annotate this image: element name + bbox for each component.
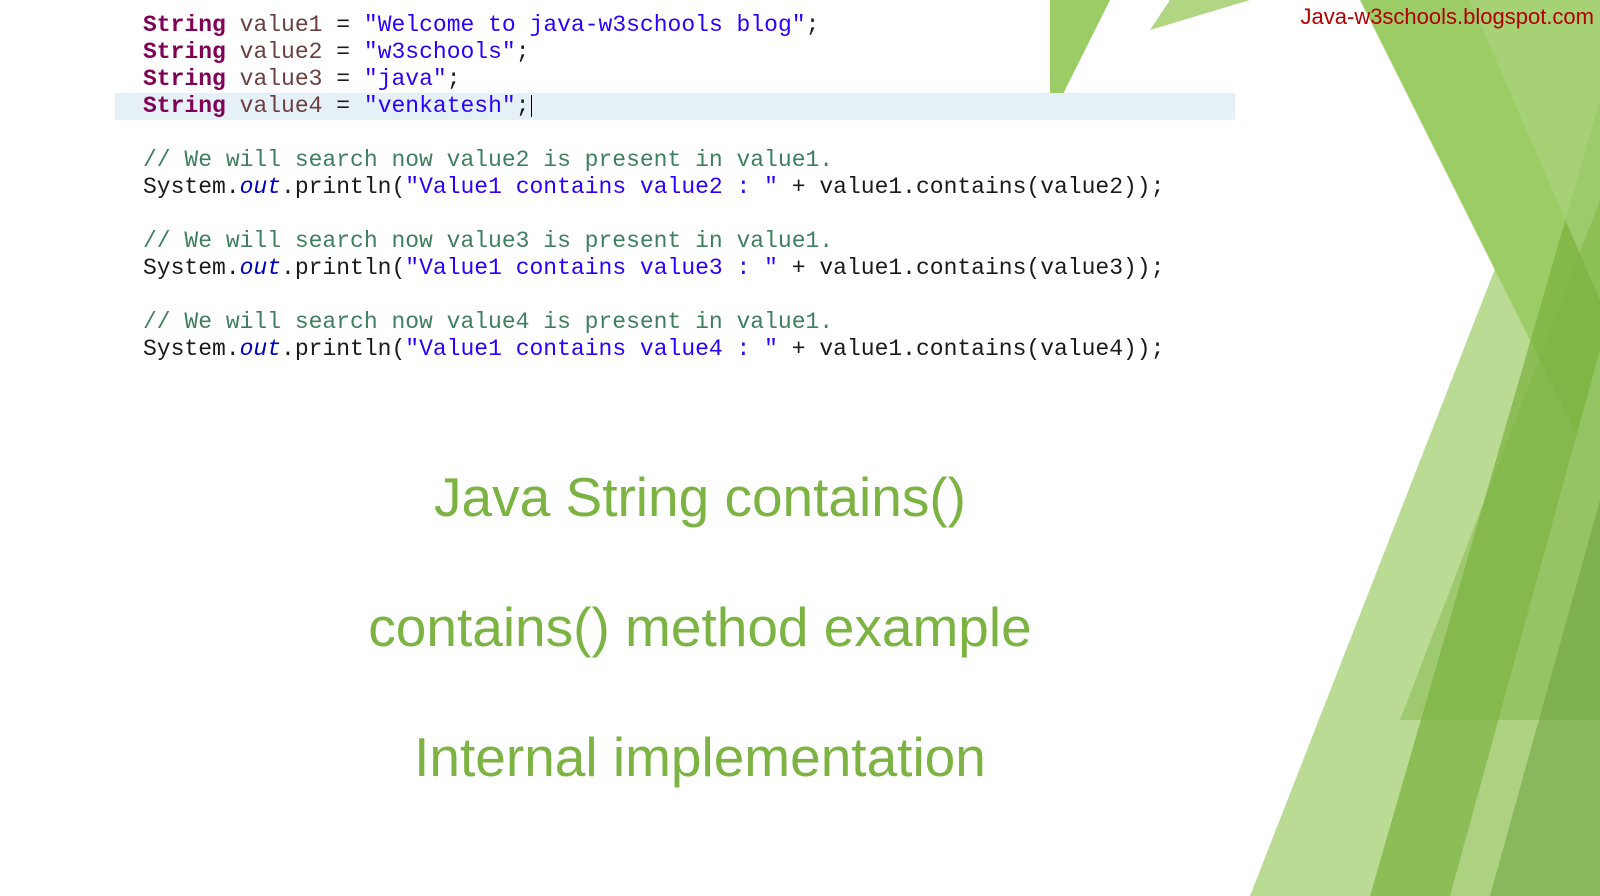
code-print-2: System.out.println("Value1 contains valu… bbox=[115, 174, 1235, 201]
code-line-2: String value2 = "w3schools"; bbox=[115, 39, 1235, 66]
code-blank-1 bbox=[115, 120, 1235, 147]
code-line-3: String value3 = "java"; bbox=[115, 66, 1235, 93]
text-cursor bbox=[531, 95, 532, 117]
code-comment-3: // We will search now value3 is present … bbox=[115, 228, 1235, 255]
code-print-3: System.out.println("Value1 contains valu… bbox=[115, 255, 1235, 282]
code-blank-2 bbox=[115, 201, 1235, 228]
code-line-4-highlighted: String value4 = "venkatesh"; bbox=[115, 93, 1235, 120]
title-line-2: contains() method example bbox=[0, 595, 1400, 659]
title-line-3: Internal implementation bbox=[0, 725, 1400, 789]
code-line-1: String value1 = "Welcome to java-w3schoo… bbox=[115, 12, 1235, 39]
watermark-text: Java-w3schools.blogspot.com bbox=[1301, 4, 1594, 30]
code-blank-3 bbox=[115, 282, 1235, 309]
code-block: String value1 = "Welcome to java-w3schoo… bbox=[115, 12, 1235, 363]
code-print-4: System.out.println("Value1 contains valu… bbox=[115, 336, 1235, 363]
title-line-1: Java String contains() bbox=[0, 465, 1400, 529]
code-comment-2: // We will search now value2 is present … bbox=[115, 147, 1235, 174]
code-comment-4: // We will search now value4 is present … bbox=[115, 309, 1235, 336]
